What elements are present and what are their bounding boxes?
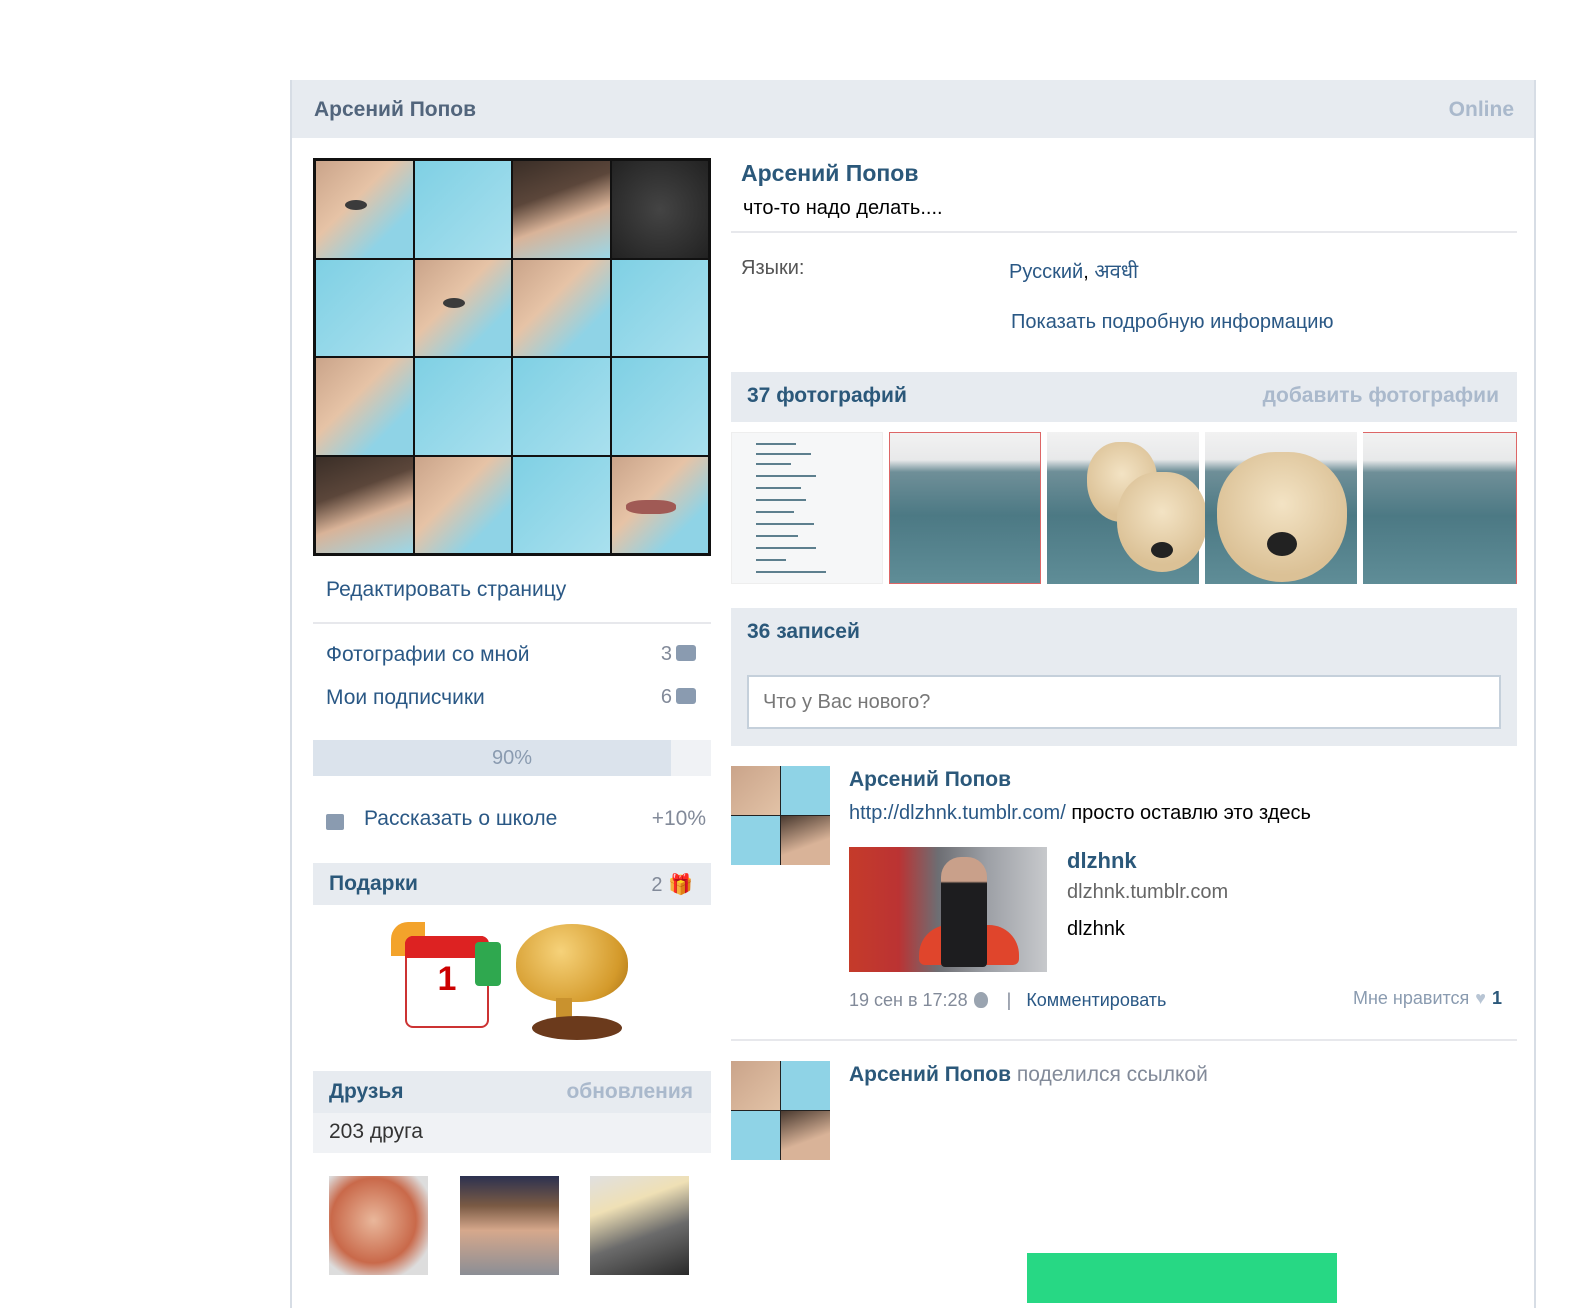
avatar-tile [414,358,511,455]
post-meta: 19 сен в 17:28 | Комментировать [849,990,1166,1011]
avatar-tile [414,259,511,356]
posts-title: 36 записей [747,620,860,643]
languages-label: Языки: [741,257,805,279]
menu-photos-label: Фотографии со мной [326,643,530,666]
like-count: 1 [1491,988,1502,1008]
friend-avatar[interactable] [329,1176,428,1275]
friend-avatar[interactable] [590,1176,689,1275]
heart-icon: ♥ [1475,988,1486,1008]
gift-icon: 🎁 [668,874,693,896]
menu-photos-count: 3 [660,643,672,665]
edit-page-link[interactable]: Редактировать страницу [326,578,566,602]
divider [313,622,711,624]
post-body: просто оставлю это здесь [1065,802,1311,824]
divider [731,231,1517,233]
post-author-avatar[interactable] [731,1061,830,1160]
friends-title: Друзья [329,1080,404,1103]
avatar-tile [513,358,610,455]
photos-header[interactable]: 37 фотографий добавить фотографии [731,372,1517,422]
divider [731,1039,1517,1041]
avatar-tile [611,456,708,553]
friends-count[interactable]: 203 друга [329,1120,423,1144]
school-label: Рассказать о школе [364,807,558,830]
brain-base [532,1016,622,1040]
profile-avatar[interactable] [313,158,711,556]
profile-page: Арсений Попов Online Редактировать стран… [290,80,1536,1308]
menu-followers-count: 6 [660,686,672,708]
calendar-number: 1 [437,960,457,998]
avatar-tile [316,161,413,258]
profile-status[interactable]: что-то надо делать.... [743,197,943,220]
like-button[interactable]: Мне нравится ♥ 1 [1353,988,1502,1009]
avatar-tile [513,259,610,356]
green-block[interactable] [1027,1253,1337,1303]
camera-icon [676,645,696,661]
post-author-avatar[interactable] [731,766,830,865]
progress-label: 90% [491,747,533,769]
attachment-image[interactable] [849,847,1047,972]
golden-brain [516,924,628,1002]
posts-header: 36 записей [731,608,1517,658]
photo-thumb-bears[interactable] [1047,432,1207,584]
attachment-description: dlzhnk [1067,918,1125,940]
briefcase-icon [326,814,344,830]
avatar-tile [611,259,708,356]
post-author-name[interactable]: Арсений Попов [849,768,1011,792]
profile-name: Арсений Попов [741,160,919,186]
menu-followers[interactable]: Мои подписчики 6 [326,686,696,716]
language-separator: , [1083,261,1095,283]
avatar-tile [316,358,413,455]
language-awadhi[interactable]: अवधी [1094,261,1138,283]
page-header-name[interactable]: Арсений Попов [314,98,476,122]
friend-avatar[interactable] [460,1176,559,1275]
language-russian[interactable]: Русский [1009,261,1083,283]
friends-header[interactable]: Друзья обновления [313,1071,711,1113]
calendar-gift[interactable]: 1 [387,918,507,1043]
avatar-tile [414,456,511,553]
new-post-input[interactable]: Что у Вас нового? [747,675,1501,729]
comment-link[interactable]: Комментировать [1026,990,1166,1010]
photo-thumb-water-2[interactable] [1363,432,1517,584]
apple-icon [973,992,988,1008]
post-text: http://dlzhnk.tumblr.com/ просто оставлю… [849,802,1311,825]
gifts-header[interactable]: Подарки 2 🎁 [313,863,711,905]
attachment-title[interactable]: dlzhnk [1067,848,1137,874]
page-header: Арсений Попов Online [292,80,1534,138]
avatar-tile [414,161,511,258]
avatar-tile [513,161,610,258]
avatar-tile [316,456,413,553]
friends-updates-link[interactable]: обновления [566,1080,693,1104]
gifts-count: 2 [651,874,663,896]
show-more-info-link[interactable]: Показать подробную информацию [1011,311,1333,334]
avatar-tile [611,358,708,455]
post-author-name[interactable]: Арсений Попов [849,1063,1011,1086]
people-icon [676,688,696,704]
person-shape [941,857,987,967]
like-label: Мне нравится [1352,988,1470,1008]
meta-separator: | [1006,990,1012,1010]
attachment-domain: dlzhnk.tumblr.com [1067,881,1229,903]
avatar-tile [611,161,708,258]
languages-value: Русский, अवधी [1009,257,1138,284]
avatar-tile [316,259,413,356]
photos-title: 37 фотографий [747,384,907,407]
post-link[interactable]: http://dlzhnk.tumblr.com/ [849,802,1066,824]
photo-thumb-water[interactable] [889,432,1041,584]
add-photos-link[interactable]: добавить фотографии [1263,384,1499,408]
profile-progress-bar[interactable]: 90% [313,740,711,776]
school-suggestion[interactable]: Рассказать о школе +10% [326,807,706,837]
photo-thumb-code[interactable] [731,432,883,584]
post-date[interactable]: 19 сен в 17:28 [849,990,968,1010]
menu-followers-label: Мои подписчики [326,686,485,709]
school-bonus: +10% [651,807,706,830]
brain-gift[interactable] [510,918,630,1043]
photo-thumb-bear-closeup[interactable] [1205,432,1357,584]
menu-photos-with-me[interactable]: Фотографии со мной 3 [326,643,696,673]
shared-post-header: Арсений Попов поделился ссылкой [849,1063,1208,1087]
online-status: Online [1448,98,1514,121]
post-action: поделился ссылкой [1011,1063,1208,1086]
gifts-title: Подарки [329,872,418,895]
avatar-tile [513,456,610,553]
